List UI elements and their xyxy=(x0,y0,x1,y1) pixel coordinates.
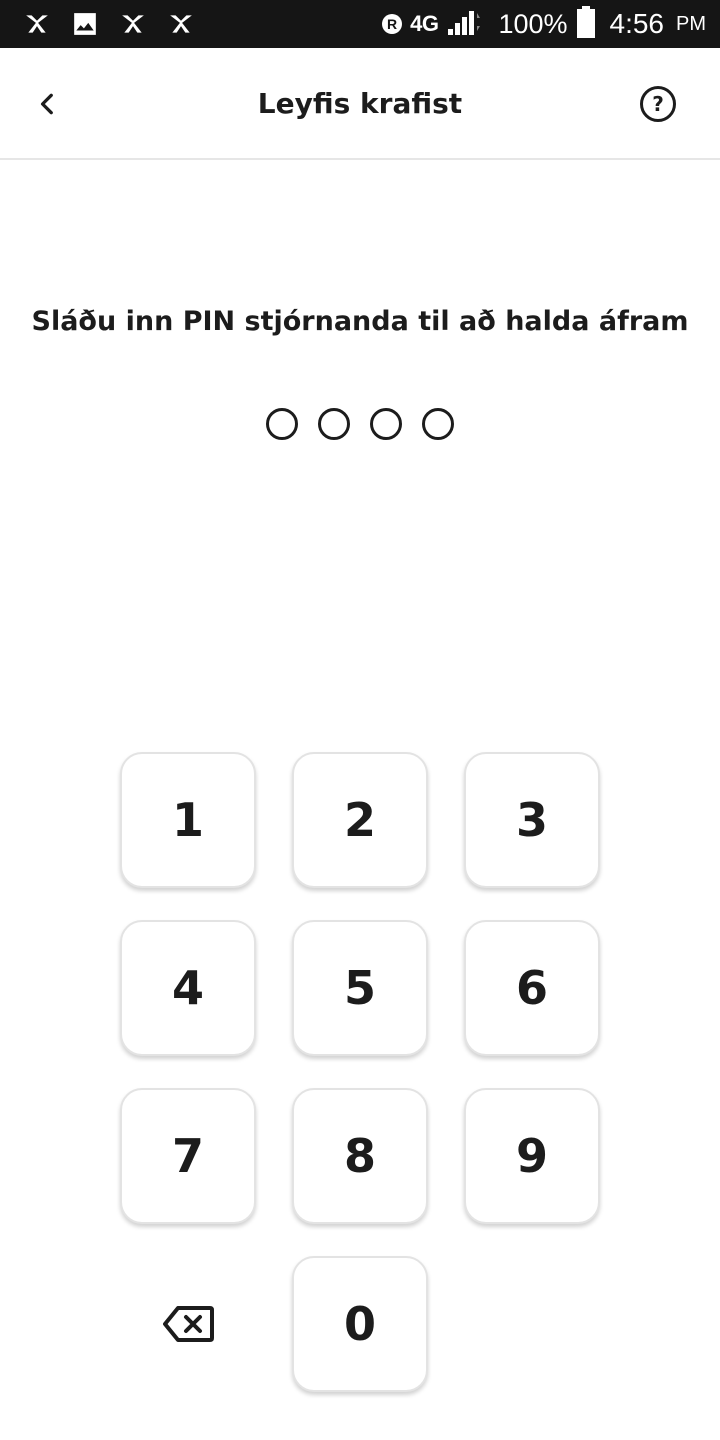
key-4[interactable]: 4 xyxy=(120,920,256,1056)
key-2[interactable]: 2 xyxy=(292,752,428,888)
battery-percentage: 100% xyxy=(498,8,568,39)
pin-dot xyxy=(318,408,350,440)
delete-button[interactable] xyxy=(120,1256,256,1392)
help-button[interactable]: ? xyxy=(640,86,676,122)
backspace-icon xyxy=(163,1306,214,1342)
help-icon: ? xyxy=(652,92,664,116)
back-button[interactable] xyxy=(28,84,68,124)
key-8[interactable]: 8 xyxy=(292,1088,428,1224)
keypad-spacer xyxy=(464,1256,600,1392)
app-header: Leyfis krafist ? xyxy=(0,48,720,160)
key-7[interactable]: 7 xyxy=(120,1088,256,1224)
key-0[interactable]: 0 xyxy=(292,1256,428,1392)
status-bar: R 4G 100% 4:56 PM xyxy=(0,0,720,48)
image-icon xyxy=(72,11,98,37)
pin-keypad: 1 2 3 4 5 6 7 8 9 0 xyxy=(120,752,600,1392)
roaming-indicator: R xyxy=(382,14,403,34)
key-9[interactable]: 9 xyxy=(464,1088,600,1224)
butterfly-icon xyxy=(120,11,146,37)
pin-dot xyxy=(370,408,402,440)
pin-prompt: Sláðu inn PIN stjórnanda til að halda áf… xyxy=(31,306,689,337)
key-1[interactable]: 1 xyxy=(120,752,256,888)
notification-icons xyxy=(24,11,194,37)
battery-icon xyxy=(576,5,596,43)
pin-dot xyxy=(422,408,454,440)
key-6[interactable]: 6 xyxy=(464,920,600,1056)
page-title: Leyfis krafist xyxy=(257,86,463,120)
clock-ampm: PM xyxy=(676,12,706,35)
clock: 4:56 xyxy=(609,8,665,39)
pin-dot xyxy=(266,408,298,440)
pin-indicator xyxy=(0,408,720,440)
chevron-left-icon xyxy=(40,93,53,115)
system-indicators: R 4G 100% 4:56 PM xyxy=(382,5,706,43)
network-type: 4G xyxy=(410,11,439,36)
butterfly-icon xyxy=(168,11,194,37)
butterfly-icon xyxy=(24,11,50,37)
key-3[interactable]: 3 xyxy=(464,752,600,888)
signal-icon xyxy=(446,9,484,40)
key-5[interactable]: 5 xyxy=(292,920,428,1056)
